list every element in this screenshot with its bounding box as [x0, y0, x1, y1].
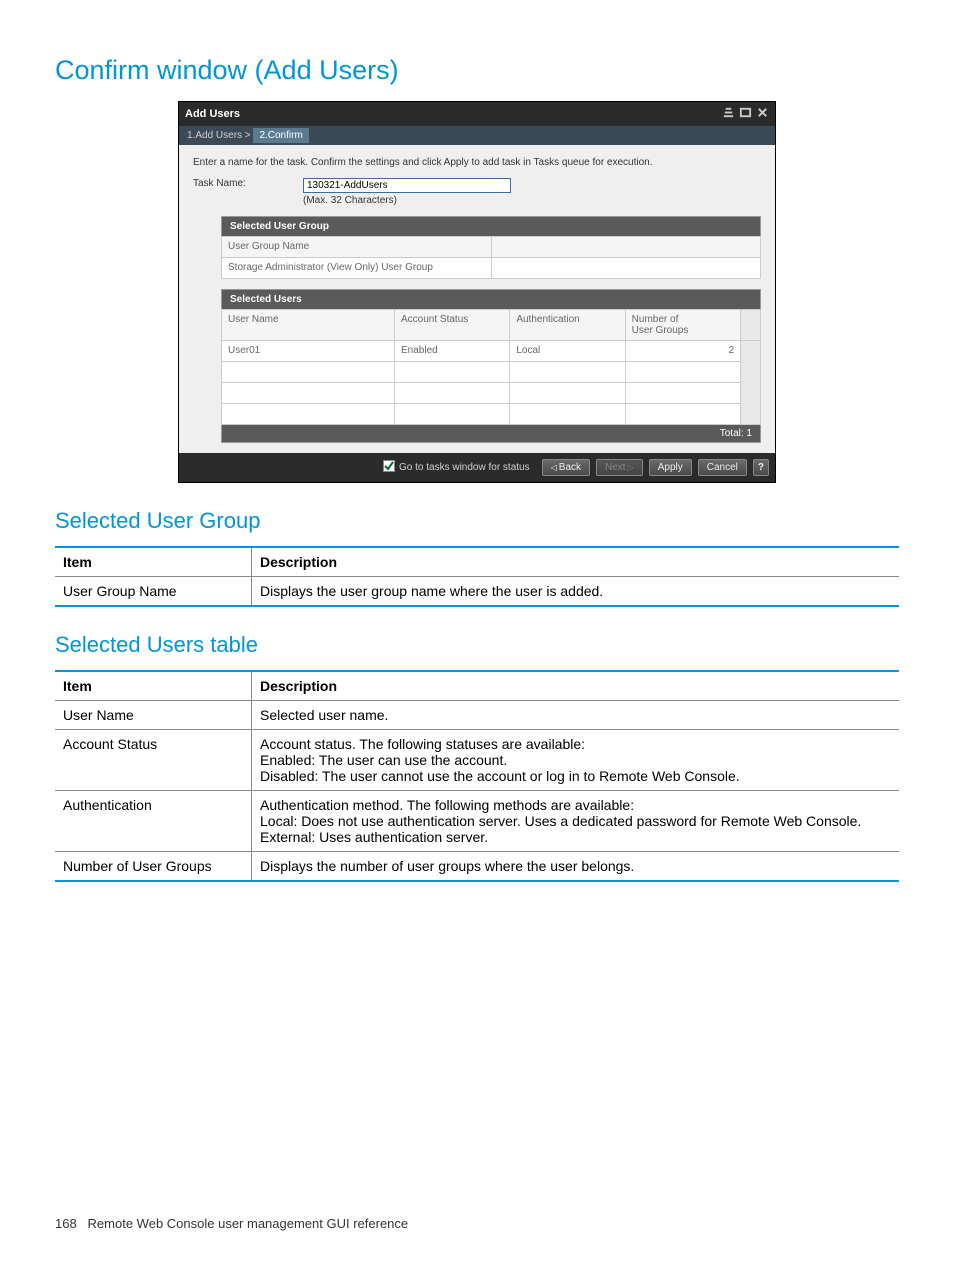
footer-text: Remote Web Console user management GUI r… — [88, 1216, 409, 1231]
users-col-status: Account Status — [395, 310, 510, 341]
page-title: Confirm window (Add Users) — [55, 55, 899, 86]
minimize-icon[interactable] — [722, 106, 735, 122]
td-desc: Displays the user group name where the u… — [252, 577, 900, 607]
td-item: User Group Name — [55, 577, 252, 607]
checkbox-icon[interactable] — [383, 460, 395, 475]
cancel-button[interactable]: Cancel — [698, 459, 747, 476]
breadcrumb-step1[interactable]: 1.Add Users > — [187, 130, 251, 141]
ug-col-name: User Group Name — [222, 237, 492, 258]
td-item: Number of User Groups — [55, 852, 252, 882]
breadcrumb: 1.Add Users > 2.Confirm — [179, 126, 775, 145]
users-col-auth: Authentication — [510, 310, 625, 341]
selected-user-group-header: Selected User Group — [221, 216, 761, 236]
section-heading-users: Selected Users table — [55, 632, 899, 658]
th-item: Item — [55, 671, 252, 701]
maximize-icon[interactable] — [739, 106, 752, 122]
user-group-grid: User Group Name Storage Administrator (V… — [221, 236, 761, 279]
table-row-groups: 2 — [626, 341, 741, 362]
help-button[interactable]: ? — [753, 459, 769, 476]
instruction-text: Enter a name for the task. Confirm the s… — [193, 157, 761, 168]
task-name-label: Task Name: — [193, 178, 263, 189]
td-desc: Displays the number of user groups where… — [252, 852, 900, 882]
table-row-auth: Local — [510, 341, 625, 362]
task-name-hint: (Max. 32 Characters) — [303, 195, 511, 206]
table-row-username: User01 — [222, 341, 395, 362]
go-to-tasks-label: Go to tasks window for status — [399, 462, 530, 473]
th-item: Item — [55, 547, 252, 577]
next-button: Next▷ — [596, 459, 643, 476]
users-total: Total: 1 — [221, 425, 761, 443]
selected-users-header: Selected Users — [221, 289, 761, 309]
td-desc: Authentication method. The following met… — [252, 791, 900, 852]
dialog-title: Add Users — [185, 108, 240, 120]
td-item: Authentication — [55, 791, 252, 852]
users-grid: User Name Account Status Authentication … — [221, 309, 761, 425]
td-desc: Selected user name. — [252, 701, 900, 730]
td-item: User Name — [55, 701, 252, 730]
page-footer: 168 Remote Web Console user management G… — [55, 1216, 408, 1231]
page-number: 168 — [55, 1216, 77, 1231]
td-desc: Account status. The following statuses a… — [252, 730, 900, 791]
td-item: Account Status — [55, 730, 252, 791]
close-icon[interactable] — [756, 106, 769, 122]
user-group-doc-table: Item Description User Group Name Display… — [55, 546, 899, 607]
apply-button[interactable]: Apply — [649, 459, 692, 476]
ug-row-value: Storage Administrator (View Only) User G… — [222, 258, 492, 279]
users-col-username: User Name — [222, 310, 395, 341]
th-description: Description — [252, 671, 900, 701]
th-description: Description — [252, 547, 900, 577]
table-row-status: Enabled — [395, 341, 510, 362]
users-col-groups: Number of User Groups — [626, 310, 741, 341]
users-doc-table: Item Description User Name Selected user… — [55, 670, 899, 882]
task-name-input[interactable] — [303, 178, 511, 193]
dialog-titlebar: Add Users — [179, 102, 775, 126]
breadcrumb-step2: 2.Confirm — [253, 128, 308, 143]
add-users-dialog: Add Users 1.Add Users > 2.Confirm Enter … — [178, 101, 776, 483]
section-heading-user-group: Selected User Group — [55, 508, 899, 534]
back-button[interactable]: ◁Back — [542, 459, 590, 476]
